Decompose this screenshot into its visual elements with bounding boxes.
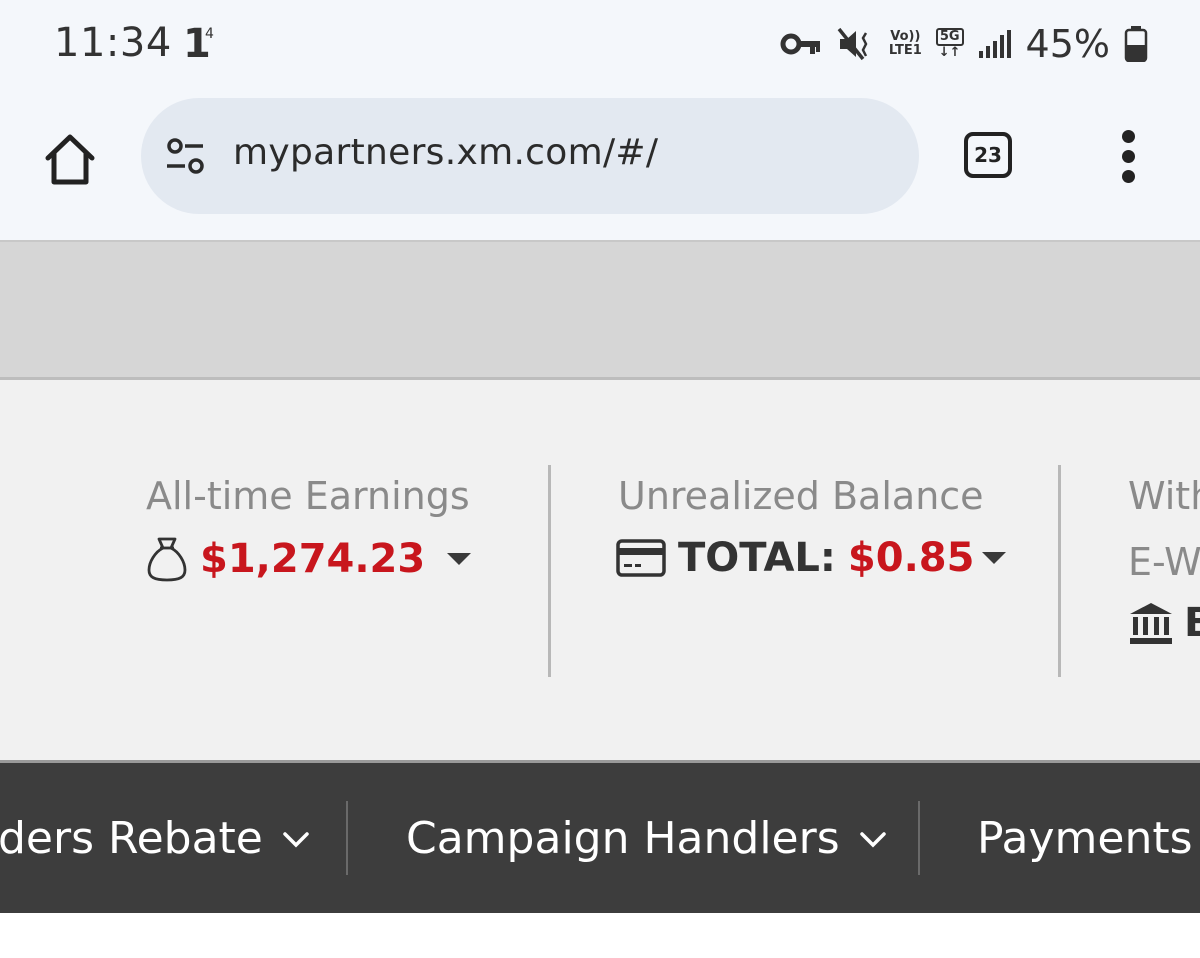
stats-panel: All-time Earnings $1,274.23 Unrealized B… <box>0 380 1200 760</box>
withdraw-label: With <box>1128 474 1200 518</box>
site-settings-icon[interactable] <box>163 134 209 180</box>
home-icon[interactable] <box>40 130 100 190</box>
unrealized-label: Unrealized Balance <box>618 474 984 518</box>
mute-vibrate-icon <box>837 27 868 61</box>
status-bar: 11:34 1 4 Vo)) LTE1 5G ↓↑ 45% <box>0 0 1200 90</box>
nav-item-payments[interactable]: Payments <box>977 813 1193 864</box>
nav-separator <box>346 801 348 875</box>
earnings-label: All-time Earnings <box>146 474 470 518</box>
status-time: 11:34 <box>54 20 172 66</box>
volte-icon: Vo)) LTE1 <box>888 29 922 58</box>
unrealized-value-row[interactable]: TOTAL: $0.85 <box>616 535 1007 581</box>
address-bar[interactable]: mypartners.xm.com/#/ <box>141 98 919 214</box>
earnings-dropdown-icon[interactable] <box>447 553 472 565</box>
signal-icon <box>978 30 1011 58</box>
stats-divider <box>1058 465 1061 677</box>
battery-icon <box>1124 26 1148 62</box>
5g-icon: 5G ↓↑ <box>935 28 964 60</box>
nav-item-label: Payments <box>977 813 1193 864</box>
unrealized-total-value: $0.85 <box>847 535 975 581</box>
notification-indicator-sup: 4 <box>205 26 214 42</box>
withdraw-bank-text: B <box>1184 600 1200 646</box>
nav-item-campaign-handlers[interactable]: Campaign Handlers <box>406 813 888 864</box>
main-nav: ders Rebate Campaign Handlers Payments <box>0 760 1200 913</box>
chevron-down-icon <box>283 831 309 847</box>
withdraw-method: E-W <box>1128 540 1200 584</box>
page-header-band <box>0 240 1200 380</box>
earnings-value-row[interactable]: $1,274.23 <box>144 535 472 583</box>
nav-item-label: ders Rebate <box>0 813 263 864</box>
tab-switcher-button[interactable]: 23 <box>964 132 1012 178</box>
unrealized-dropdown-icon[interactable] <box>982 552 1007 564</box>
total-label: TOTAL: <box>678 535 836 581</box>
card-icon <box>616 539 666 577</box>
chevron-down-icon <box>859 831 886 847</box>
bank-icon <box>1130 603 1172 644</box>
status-icons: Vo)) LTE1 5G ↓↑ 45% <box>779 22 1148 66</box>
browser-toolbar: mypartners.xm.com/#/ 23 <box>0 90 1200 240</box>
nav-separator <box>918 801 920 875</box>
withdraw-bank-row[interactable]: B <box>1128 600 1200 646</box>
earnings-value: $1,274.23 <box>200 536 426 582</box>
key-icon <box>780 33 820 55</box>
url-text[interactable]: mypartners.xm.com/#/ <box>233 132 658 173</box>
battery-percent: 45% <box>1025 22 1110 66</box>
stats-divider <box>548 465 551 677</box>
money-bag-icon <box>147 537 187 582</box>
nav-item-label: Campaign Handlers <box>406 813 840 864</box>
more-options-icon[interactable] <box>1110 130 1150 184</box>
nav-item-traders-rebate[interactable]: ders Rebate <box>0 813 311 864</box>
